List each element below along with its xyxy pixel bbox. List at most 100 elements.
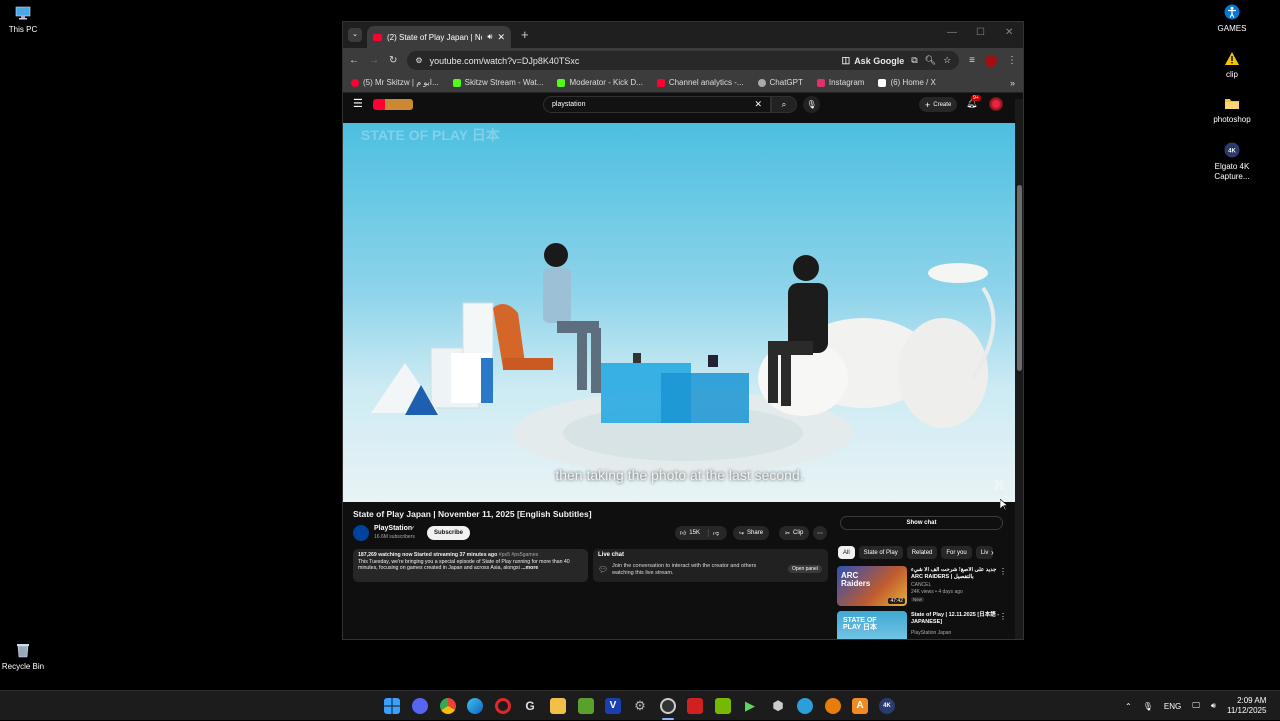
settings-icon[interactable]: ⚙ (632, 698, 648, 714)
blender-icon[interactable] (825, 698, 841, 714)
app-hex-icon[interactable]: ⬢ (770, 698, 786, 714)
description-more[interactable]: ...more (521, 565, 538, 571)
clear-search-icon[interactable]: ✕ (754, 99, 762, 110)
opera-icon[interactable] (495, 698, 511, 714)
notifications-button[interactable]: 🔔︎ 9+ (966, 95, 981, 109)
forward-icon[interactable]: → (369, 55, 379, 66)
rec-more-icon[interactable]: ⋮ (999, 567, 1007, 576)
new-tab-button[interactable]: + (521, 27, 529, 42)
back-icon[interactable]: ← (349, 55, 359, 66)
bookmark-item[interactable]: ChatGPT (757, 78, 803, 87)
clip-button[interactable]: ✂ Clip (779, 526, 810, 540)
desktop-icon-recycle-bin[interactable]: Recycle Bin (0, 641, 55, 672)
page-scrollbar[interactable] (1015, 99, 1023, 639)
language-indicator[interactable]: ENG (1164, 702, 1181, 711)
desktop-icon-elgato[interactable]: 4K Elgato 4K Capture... (1200, 141, 1264, 182)
youtube-logo[interactable] (373, 99, 413, 110)
chip-for-you[interactable]: For you (941, 546, 972, 559)
tab-youtube[interactable]: (2) State of Play Japan | No 🔊︎ ✕ (367, 26, 511, 48)
zoom-icon[interactable]: 🔍︎ (925, 55, 936, 66)
dislike-button[interactable]: 👎︎ (707, 529, 723, 537)
create-button[interactable]: + Create (919, 97, 958, 112)
maximize-button[interactable]: ☐ (976, 27, 985, 38)
media-controls-icon[interactable]: ≡ (969, 55, 975, 66)
file-explorer-icon[interactable] (550, 698, 566, 714)
site-info-icon[interactable]: ⚙ (415, 56, 422, 65)
display-icon[interactable]: 🖵︎ (1192, 701, 1200, 711)
channel-name[interactable]: PlayStation (374, 525, 412, 532)
edge-icon[interactable] (467, 698, 483, 714)
volume-icon[interactable]: 🔊︎ (1211, 701, 1216, 711)
reload-icon[interactable]: ↻ (389, 55, 397, 66)
tab-search-button[interactable]: ⌄ (348, 28, 362, 42)
show-chat-button[interactable]: Show chat (840, 516, 1003, 530)
microphone-tray-icon[interactable]: 🎙︎ (1143, 702, 1153, 711)
bookmark-item[interactable]: (5) Mr Skitzw | ابو م... (351, 78, 439, 87)
account-avatar[interactable] (989, 97, 1003, 111)
windows-start-icon[interactable] (384, 698, 400, 714)
channel-avatar[interactable] (353, 525, 369, 541)
elgato-4k-taskbar-icon[interactable]: 4K (879, 698, 895, 714)
bookmark-item[interactable]: Skitzw Stream - Wat... (452, 78, 543, 87)
more-bookmarks-icon[interactable]: » (1010, 78, 1015, 88)
open-panel-button[interactable]: Open panel (788, 565, 822, 573)
app-blue-icon[interactable] (797, 698, 813, 714)
voice-search-button[interactable]: 🎙︎ (803, 96, 820, 113)
hamburger-menu-icon[interactable]: ☰ (353, 97, 363, 110)
chat-bubble-icon: 💬︎ (598, 565, 609, 574)
app-green-icon[interactable] (578, 698, 594, 714)
app-a-icon[interactable]: A (852, 698, 868, 714)
search-button[interactable]: ⌕ (771, 96, 797, 113)
bookmark-item[interactable]: (6) Home / X (878, 78, 936, 87)
bookmark-star-icon[interactable]: ☆ (943, 55, 951, 66)
more-actions-button[interactable]: ⋯ (813, 526, 827, 540)
minimize-button[interactable]: — (947, 27, 957, 38)
desktop-icon-clip[interactable]: clip (1200, 49, 1264, 80)
thumbs-up-icon: 👍︎ (680, 531, 687, 537)
discord-icon[interactable] (412, 698, 428, 714)
video-player[interactable]: STATE OF PLAY 日本 then taking the photo a… (343, 123, 1016, 502)
share-button[interactable]: ↪ Share (733, 526, 770, 540)
like-button[interactable]: 👍︎ 15K (675, 529, 705, 537)
description-box[interactable]: 187,269 watching now Started streaming 3… (353, 549, 588, 582)
search-input[interactable]: playstation (552, 101, 754, 108)
desktop-icon-photoshop[interactable]: photoshop (1200, 94, 1264, 125)
chips-next-icon[interactable]: › (991, 548, 994, 557)
speaker-icon[interactable]: 🔊︎ (487, 32, 492, 42)
search-box[interactable]: playstation ✕ (543, 96, 771, 113)
app-play-icon[interactable]: ▶ (742, 698, 758, 714)
install-icon[interactable]: ⧉ (911, 55, 917, 66)
close-window-button[interactable]: ✕ (1005, 27, 1013, 38)
desktop-icon-label: photoshop (1213, 115, 1251, 124)
show-hidden-icons-icon[interactable]: ⌃ (1125, 702, 1132, 711)
chip-all[interactable]: All (838, 546, 855, 559)
desktop-icon-this-pc[interactable]: This PC (0, 4, 55, 35)
bookmark-item[interactable]: Moderator - Kick D... (557, 78, 643, 87)
thumbnail-text: ARC Raiders (841, 571, 871, 588)
chrome-icon[interactable] (440, 698, 456, 714)
nvidia-icon[interactable] (715, 698, 731, 714)
subscribe-button[interactable]: Subscribe (427, 526, 471, 540)
profile-avatar[interactable] (985, 54, 997, 67)
chip-state-of-play[interactable]: State of Play (858, 546, 903, 559)
bookmark-item[interactable]: Instagram (816, 78, 864, 87)
recommendation-item[interactable]: ARC Raiders 47:42 جديد على الأصغ! شرحت ا… (837, 566, 1009, 608)
app-v-icon[interactable]: V (605, 698, 621, 714)
youtube-studio-icon (656, 78, 665, 87)
app-red-icon[interactable] (687, 698, 703, 714)
omnibox[interactable]: ⚙ youtube.com/watch?v=DJp8K40TSxc ◫ Ask G… (407, 51, 960, 70)
video-thumbnail: ARC Raiders 47:42 (837, 566, 907, 606)
tab-close-icon[interactable]: ✕ (497, 32, 505, 43)
chip-related[interactable]: Related (906, 546, 938, 559)
bookmark-item[interactable]: Channel analytics -... (656, 78, 744, 87)
recommendation-item[interactable]: STATE OF PLAY 日本 State of Play | 12.11.2… (837, 611, 1009, 639)
app-g-icon[interactable]: G (522, 698, 538, 714)
url-text[interactable]: youtube.com/watch?v=DJp8K40TSxc (430, 56, 835, 66)
scrollbar-thumb[interactable] (1017, 185, 1022, 371)
obs-icon[interactable] (660, 698, 676, 714)
rec-more-icon[interactable]: ⋮ (999, 612, 1007, 621)
ask-google-button[interactable]: ◫ Ask Google (842, 55, 905, 66)
clock[interactable]: 2:09 AM 11/12/2025 (1227, 696, 1266, 716)
desktop-icon-games[interactable]: GAMES (1200, 3, 1264, 34)
menu-icon[interactable]: ⋮ (1007, 55, 1017, 66)
